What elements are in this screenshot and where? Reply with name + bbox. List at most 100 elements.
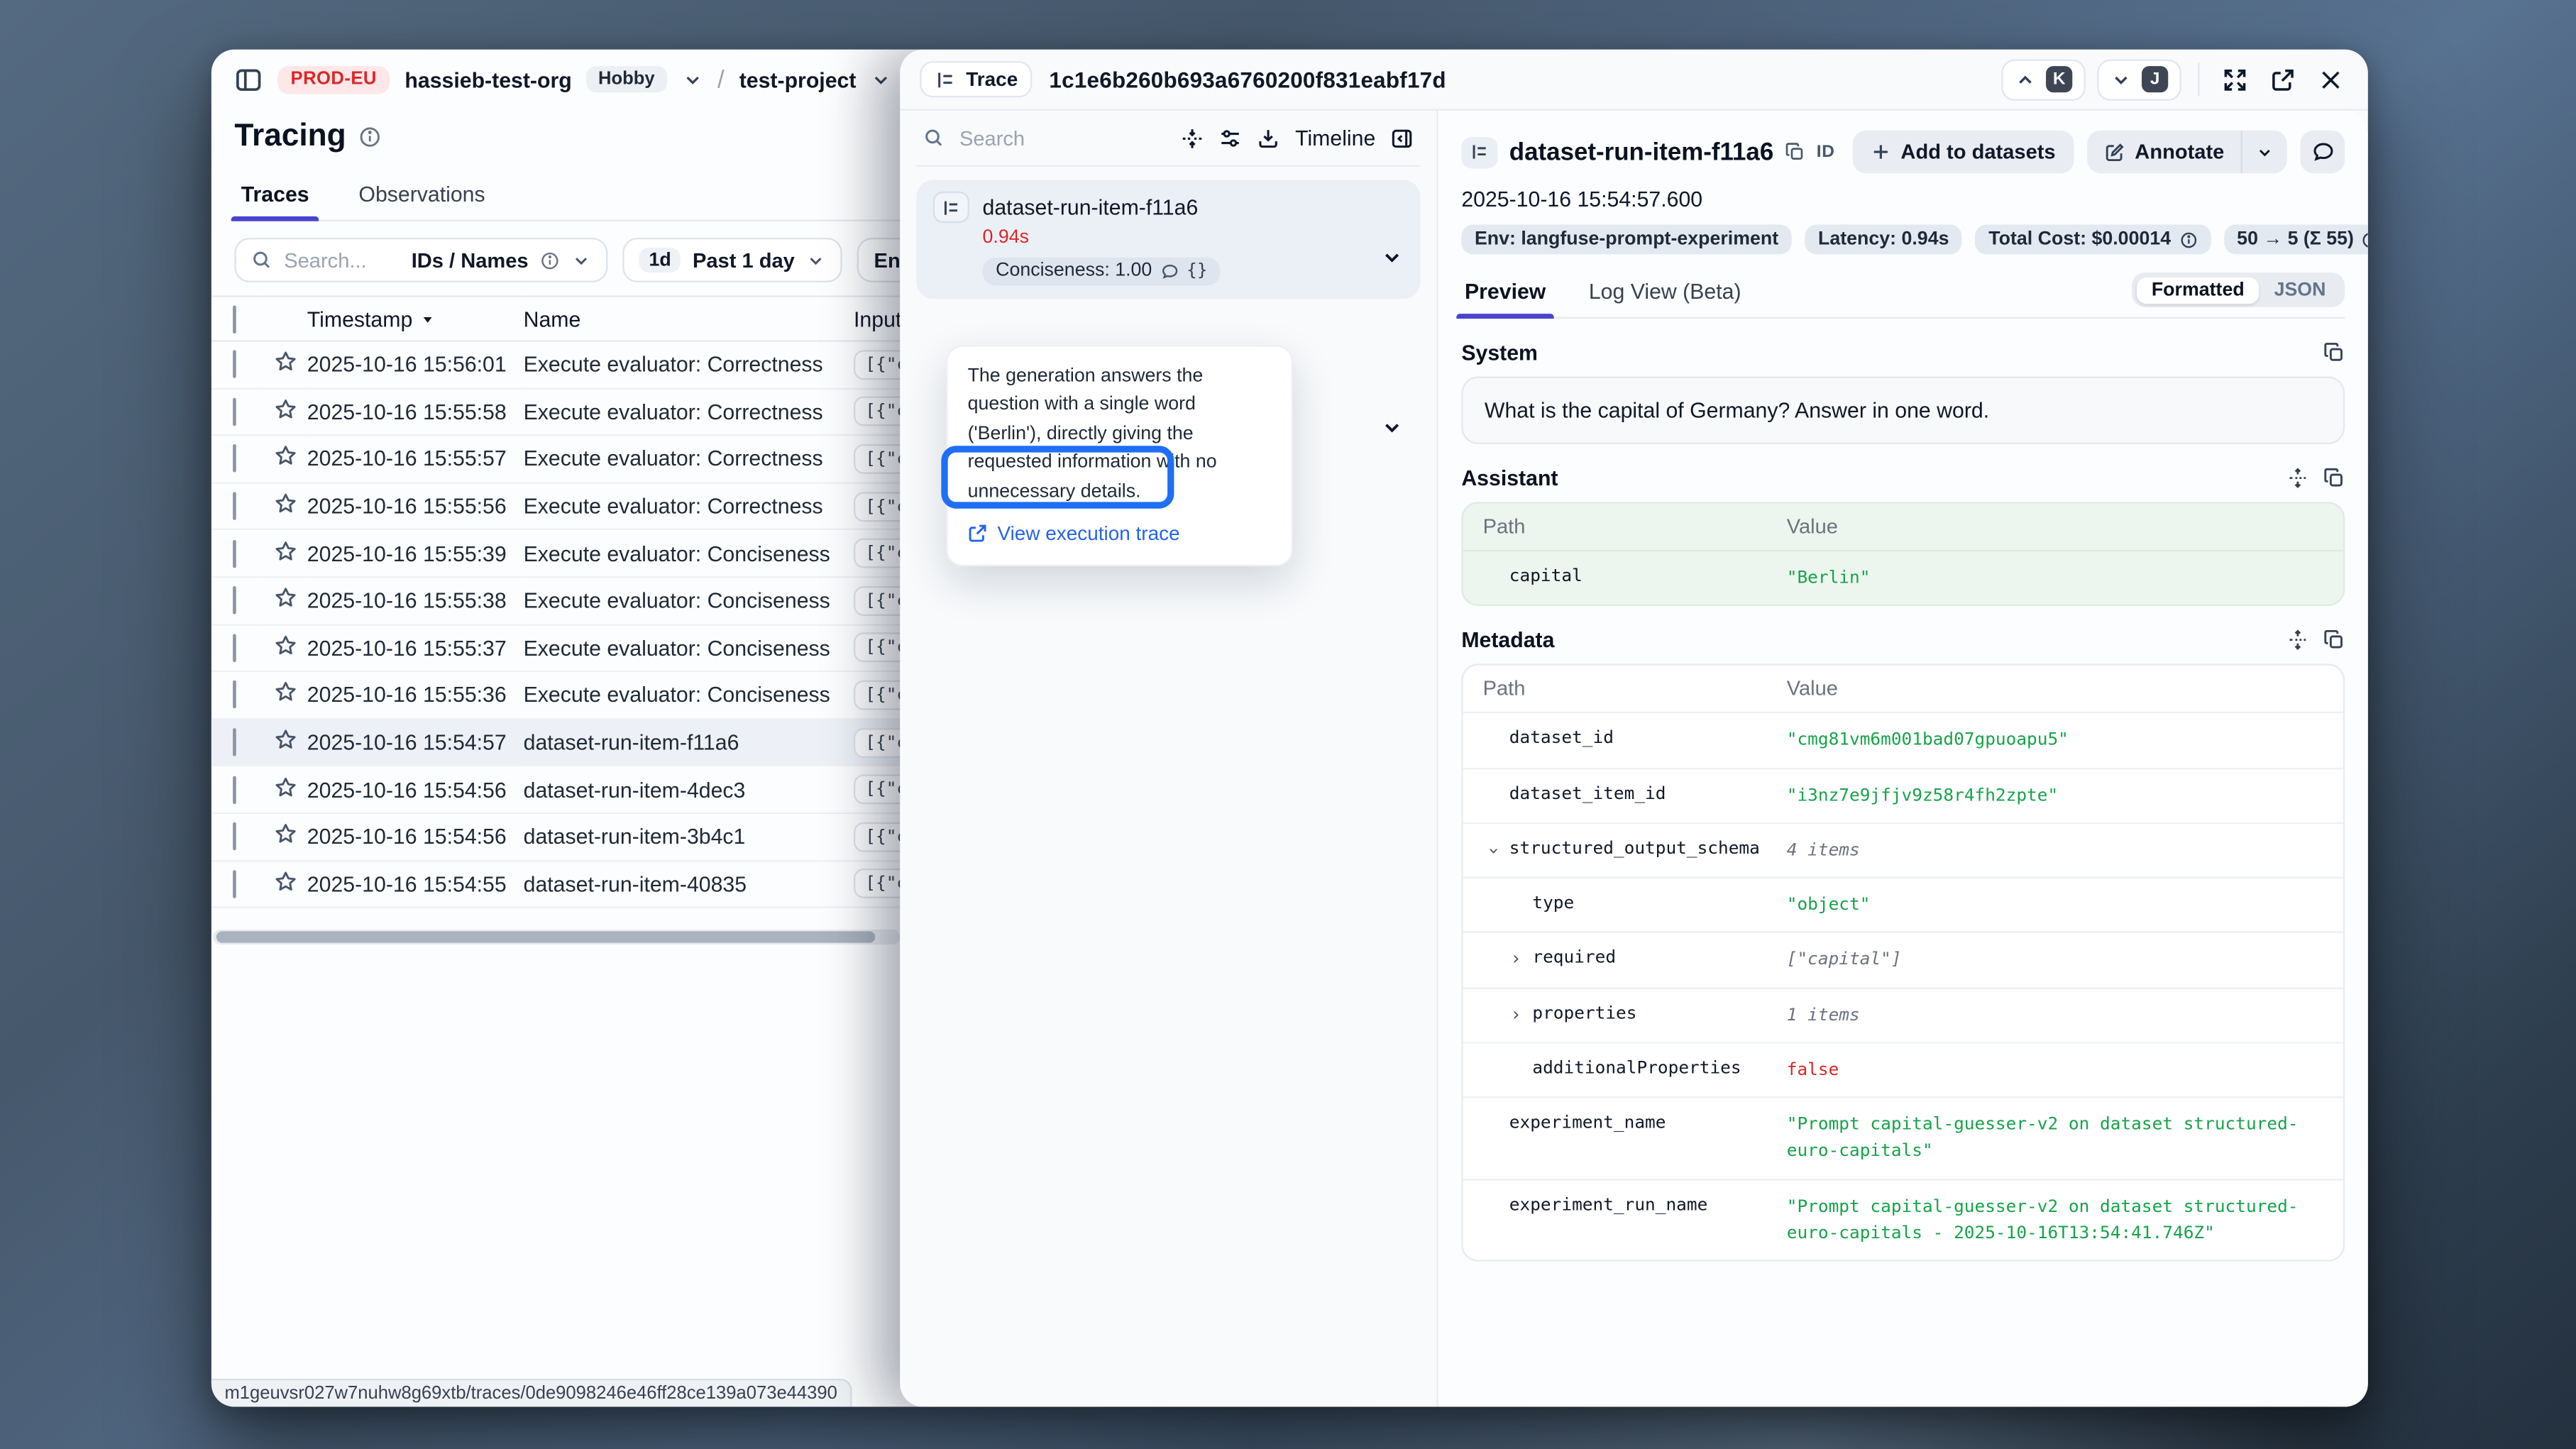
date-range-filter[interactable]: 1d Past 1 day (622, 238, 842, 282)
row-checkbox[interactable] (233, 587, 236, 615)
search-icon (251, 249, 273, 270)
star-icon[interactable] (274, 870, 297, 893)
timeline-toggle[interactable]: Timeline (1295, 126, 1375, 150)
row-name: dataset-run-item-40835 (524, 860, 854, 908)
format-toggle: Formatted JSON (2132, 272, 2345, 307)
collapse-all-icon[interactable] (1182, 126, 1205, 150)
chevron-up-icon (2015, 69, 2036, 90)
open-external-icon[interactable] (2264, 61, 2300, 97)
row-checkbox[interactable] (233, 634, 236, 662)
row-chevron-icon[interactable]: › (1506, 1003, 1526, 1025)
star-icon[interactable] (274, 776, 297, 799)
tree-settings-icon[interactable] (1219, 126, 1243, 150)
search-mode-info-icon[interactable] (540, 250, 560, 270)
score-badge[interactable]: Conciseness: 1.00 {} (983, 257, 1221, 285)
annotate-button[interactable]: Annotate (2087, 131, 2287, 174)
unfold-vertical-icon[interactable] (2287, 629, 2308, 651)
row-checkbox[interactable] (233, 445, 236, 473)
select-all-checkbox[interactable] (233, 304, 236, 333)
row-checkbox[interactable] (233, 728, 236, 756)
close-icon[interactable] (2312, 61, 2348, 97)
star-icon[interactable] (274, 822, 297, 846)
metadata-row[interactable]: ›dataset_item_id "i3nz7e9jfjv9z58r4fh2zp… (1463, 767, 2343, 822)
row-checkbox[interactable] (233, 870, 236, 898)
row-timestamp: 2025-10-16 15:54:57 (307, 719, 524, 766)
search-input[interactable]: Search... IDs / Names (234, 238, 607, 282)
metadata-row[interactable]: ›dataset_id "cmg81vm6m001bad07gpuoapu5" (1463, 712, 2343, 767)
row-checkbox[interactable] (233, 398, 236, 426)
copy-icon[interactable] (2323, 468, 2345, 489)
column-header-name[interactable]: Name (524, 297, 854, 341)
metadata-row[interactable]: ›properties 1 items (1463, 987, 2343, 1042)
detail-timestamp: 2025-10-16 15:54:57.600 (1461, 187, 2345, 211)
metadata-row[interactable]: ›additionalProperties false (1463, 1042, 2343, 1096)
scrollbar-thumb[interactable] (216, 931, 876, 942)
expand-icon[interactable] (2216, 61, 2252, 97)
star-icon[interactable] (274, 728, 297, 751)
metadata-row[interactable]: ›required ["capital"] (1463, 932, 2343, 986)
assistant-row[interactable]: ›capital "Berlin" (1463, 550, 2343, 605)
row-chevron-icon[interactable]: › (1506, 948, 1526, 970)
star-icon[interactable] (274, 587, 297, 610)
row-checkbox[interactable] (233, 492, 236, 521)
annotate-dropdown-chevron-icon[interactable] (2242, 143, 2287, 161)
star-icon[interactable] (274, 681, 297, 705)
metadata-row[interactable]: ›experiment_name "Prompt capital-guesser… (1463, 1096, 2343, 1178)
metadata-row[interactable]: ›type "object" (1463, 877, 2343, 932)
add-to-datasets-button[interactable]: Add to datasets (1853, 131, 2074, 174)
trace-id[interactable]: 1c1e6b260b693a6760200f831eabf17d (1049, 67, 1446, 92)
metadata-row[interactable]: ›structured_output_schema 4 items (1463, 822, 2343, 876)
view-execution-trace-link[interactable]: View execution trace (968, 522, 1272, 546)
format-json[interactable]: JSON (2259, 277, 2341, 303)
star-icon[interactable] (274, 398, 297, 422)
row-checkbox[interactable] (233, 822, 236, 851)
org-chevron-down-icon[interactable] (681, 69, 703, 90)
tree-search-placeholder[interactable]: Search (959, 126, 1025, 150)
tab-log-view[interactable]: Log View (Beta) (1585, 271, 1744, 317)
row-checkbox[interactable] (233, 776, 236, 804)
collapse-panel-icon[interactable] (1390, 126, 1414, 150)
tab-traces[interactable]: Traces (238, 172, 312, 219)
org-name[interactable]: hassieb-test-org (404, 67, 571, 92)
copy-icon[interactable] (2323, 342, 2345, 363)
project-name[interactable]: test-project (739, 67, 857, 92)
column-header-timestamp[interactable]: Timestamp (307, 297, 524, 341)
tab-preview[interactable]: Preview (1461, 271, 1549, 317)
row-checkbox[interactable] (233, 351, 236, 379)
row-timestamp: 2025-10-16 15:55:36 (307, 671, 524, 719)
kv-path-text: experiment_run_name (1509, 1195, 1707, 1215)
horizontal-scrollbar[interactable] (213, 930, 900, 944)
star-icon[interactable] (274, 492, 297, 516)
row-checkbox[interactable] (233, 539, 236, 568)
star-icon[interactable] (274, 445, 297, 468)
unfold-vertical-icon[interactable] (2287, 468, 2308, 489)
tab-observations[interactable]: Observations (356, 172, 489, 219)
trace-tree-icon (1461, 136, 1497, 167)
row-name: Execute evaluator: Correctness (524, 388, 854, 436)
info-icon[interactable] (358, 126, 381, 149)
download-icon[interactable] (1257, 126, 1281, 150)
search-mode-chevron-icon[interactable] (571, 250, 591, 270)
id-label[interactable]: ID (1817, 142, 1835, 162)
page-title-text: Tracing (234, 119, 346, 155)
sidebar-toggle-icon[interactable] (234, 65, 263, 94)
star-icon[interactable] (274, 539, 297, 563)
copy-id-icon[interactable] (1785, 142, 1805, 162)
row-chevron-icon[interactable]: › (1483, 841, 1505, 861)
tree-item-selected[interactable]: dataset-run-item-f11a6 0.94s Conciseness… (916, 180, 1420, 298)
metadata-row[interactable]: ›experiment_run_name "Prompt capital-gue… (1463, 1179, 2343, 1260)
star-icon[interactable] (274, 634, 297, 657)
tree-item-collapse-icon[interactable] (1380, 246, 1404, 270)
comments-button[interactable] (2300, 131, 2345, 174)
row-checkbox[interactable] (233, 681, 236, 710)
copy-icon[interactable] (2323, 629, 2345, 651)
next-trace-button[interactable]: J (2097, 59, 2181, 100)
kv-path-text: dataset_item_id (1509, 783, 1666, 803)
prev-trace-button[interactable]: K (2001, 59, 2086, 100)
star-icon[interactable] (274, 351, 297, 374)
search-mode-label[interactable]: IDs / Names (412, 248, 529, 272)
project-chevron-down-icon[interactable] (871, 69, 892, 90)
tree-item2-collapse-icon[interactable] (1380, 416, 1404, 439)
format-formatted[interactable]: Formatted (2137, 277, 2259, 303)
assistant-title: Assistant (1461, 465, 1558, 490)
